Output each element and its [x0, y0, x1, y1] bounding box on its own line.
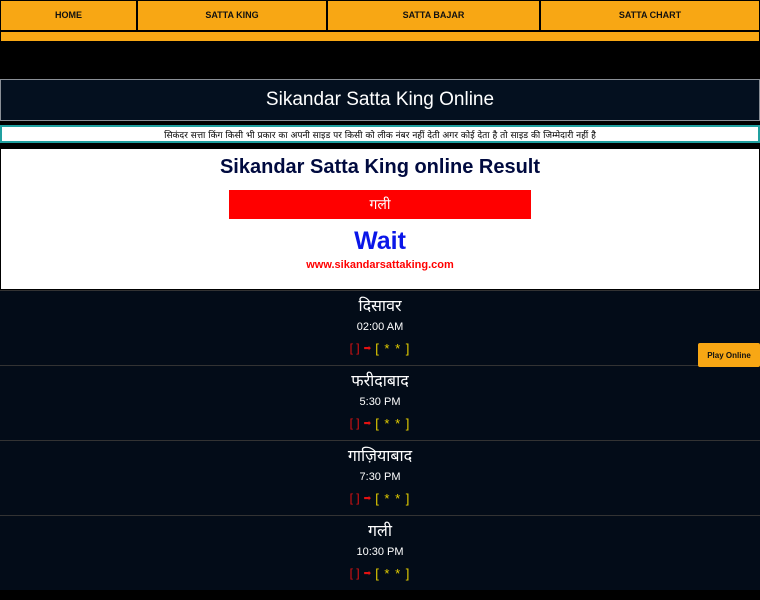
game-time: 02:00 AM — [356, 321, 404, 333]
nav-satta-chart-link[interactable]: SATTA CHART — [540, 0, 760, 31]
nav-home-link[interactable]: HOME — [0, 0, 137, 31]
game-time: 7:30 PM — [359, 471, 401, 483]
nav-strip — [0, 32, 760, 41]
game-time: 5:30 PM — [359, 396, 401, 408]
arrow-right-icon: ➡ — [363, 492, 372, 503]
game-result: [ ] ➡ [ * * ] — [0, 489, 760, 507]
game-result: [ ] ➡ [ * * ] — [0, 339, 760, 357]
arrow-right-icon: ➡ — [363, 567, 372, 578]
previous-result: [ ] — [349, 416, 360, 430]
game-result: [ ] ➡ [ * * ] — [0, 564, 760, 582]
game-time: 10:30 PM — [356, 546, 404, 558]
page-title: Sikandar Satta King Online — [265, 89, 495, 110]
header-spacer — [0, 41, 760, 79]
previous-result: [ ] — [349, 341, 360, 355]
game-card: गाज़ियाबाद 7:30 PM [ ] ➡ [ * * ] — [0, 440, 760, 515]
arrow-right-icon: ➡ — [363, 342, 372, 353]
disclaimer-text: सिकंदर सत्ता किंग किसी भी प्रकार का अपनी… — [164, 130, 596, 141]
top-navigation: HOME SATTA KING SATTA BAJAR SATTA CHART — [0, 0, 760, 32]
game-name: गाज़ियाबाद — [347, 446, 413, 465]
game-name: दिसावर — [358, 296, 402, 315]
game-card: गली 10:30 PM [ ] ➡ [ * * ] — [0, 515, 760, 590]
today-result: [ * * ] — [375, 415, 411, 431]
game-card: दिसावर 02:00 AM [ ] ➡ [ * * ] — [0, 290, 760, 365]
game-card: फरीदाबाद 5:30 PM [ ] ➡ [ * * ] — [0, 365, 760, 440]
site-url[interactable]: www.sikandarsattaking.com — [1, 259, 759, 271]
play-online-button[interactable]: Play Online — [698, 343, 760, 367]
nav-satta-king-link[interactable]: SATTA KING — [137, 0, 327, 31]
game-name: फरीदाबाद — [351, 371, 409, 390]
nav-satta-bajar-link[interactable]: SATTA BAJAR — [327, 0, 540, 31]
today-result: [ * * ] — [375, 340, 411, 356]
live-result-panel: Sikandar Satta King online Result गली Wa… — [0, 148, 760, 290]
result-status: Wait — [354, 227, 406, 255]
game-list: दिसावर 02:00 AM [ ] ➡ [ * * ] फरीदाबाद 5… — [0, 290, 760, 590]
game-result: [ ] ➡ [ * * ] — [0, 414, 760, 432]
site-title-banner: Sikandar Satta King Online — [0, 79, 760, 121]
today-result: [ * * ] — [375, 565, 411, 581]
disclaimer-notice: सिकंदर सत्ता किंग किसी भी प्रकार का अपनी… — [0, 125, 760, 143]
previous-result: [ ] — [349, 566, 360, 580]
current-game-banner: गली — [229, 190, 531, 219]
today-result: [ * * ] — [375, 490, 411, 506]
game-name: गली — [367, 521, 392, 540]
arrow-right-icon: ➡ — [363, 417, 372, 428]
previous-result: [ ] — [349, 491, 360, 505]
result-title: Sikandar Satta King online Result — [219, 156, 541, 178]
